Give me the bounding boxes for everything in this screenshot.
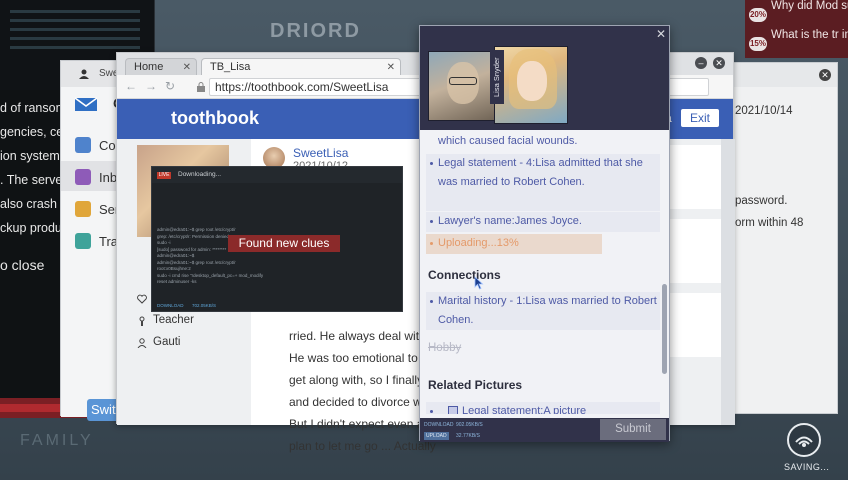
forward-icon[interactable]: → <box>145 79 157 93</box>
bullet-icon <box>430 300 433 303</box>
news-percent-badge: 15% <box>749 37 767 51</box>
news-text: What is the tr incident? <box>771 29 848 41</box>
close-icon[interactable]: ✕ <box>819 69 831 81</box>
saving-label: SAVING... <box>784 462 830 472</box>
mail-logo-icon <box>74 97 98 111</box>
background-family-text: FAMILY <box>20 432 94 449</box>
background-email-line: password. <box>735 195 788 207</box>
inbox-icon <box>75 169 91 185</box>
post-username[interactable]: SweetLisa <box>293 146 348 160</box>
background-red-strip-accent <box>0 404 60 412</box>
bullet-icon <box>430 410 433 413</box>
evidence-panel: ✕ Lisa Snyder which caused facial wounds… <box>419 25 670 442</box>
close-icon[interactable]: ✕ <box>656 27 666 41</box>
terminal-title: Downloading... <box>178 171 221 178</box>
tab-tb-lisa[interactable]: TB_Lisa ✕ <box>201 58 401 75</box>
connection-item[interactable]: Marital history - 1:Lisa was married to … <box>426 292 660 330</box>
mail-logo: G <box>74 95 124 118</box>
download-label: DOWNLOAD <box>157 303 184 308</box>
send-icon <box>75 201 91 217</box>
panel-header: ✕ Lisa Snyder <box>420 26 669 130</box>
profile-row: Teacher <box>137 311 247 333</box>
news-ticker: 20% Why did Mod suicide? 15% What is the… <box>745 0 848 58</box>
exit-button[interactable]: Exit <box>681 109 719 127</box>
evidence-list: which caused facial wounds. Legal statem… <box>420 130 663 414</box>
download-tag: DOWNLOAD <box>424 422 454 428</box>
bullet-icon <box>430 162 433 165</box>
bullet-icon <box>430 242 433 245</box>
trash-icon <box>75 233 91 249</box>
bullet-icon <box>430 220 433 223</box>
background-droird-text: DRIORD <box>270 20 361 42</box>
upload-tag: UPLOAD <box>424 432 449 440</box>
site-logo[interactable]: toothbook <box>171 108 259 129</box>
terminal-footer: DOWNLOAD 702.05KB/S <box>152 301 402 311</box>
section-related-pictures: Related Pictures <box>428 378 523 392</box>
news-item[interactable]: 15% What is the tr incident? <box>745 29 848 58</box>
mouse-cursor-icon <box>474 276 484 290</box>
uploading-item: Uploading...13% <box>426 234 602 254</box>
terminal-header: LIVE Downloading... <box>152 167 402 183</box>
background-email-window: ✕ 2021/10/14 password. orm within 48 <box>732 62 838 414</box>
download-speed: 902.05KB/S <box>456 422 483 428</box>
tab-label: TB_Lisa <box>210 61 251 73</box>
close-tab-icon[interactable]: ✕ <box>183 59 191 76</box>
live-badge: LIVE <box>157 172 171 179</box>
contacts-icon <box>75 137 91 153</box>
background-email-line: orm within 48 <box>735 217 804 229</box>
submit-button[interactable]: Submit <box>600 419 666 440</box>
news-text: Why did Mod suicide? <box>771 0 848 12</box>
download-speed: 702.05KB/S <box>192 303 217 308</box>
name-tag: Lisa Snyder <box>490 50 504 104</box>
scrollbar-track[interactable] <box>721 139 735 425</box>
saving-icon <box>787 423 821 457</box>
section-connections: Connections <box>428 268 501 282</box>
evidence-item[interactable]: Legal statement - 4:Lisa admitted that s… <box>426 154 660 211</box>
picture-item[interactable]: Legal statement:A picture <box>426 402 660 414</box>
reload-icon[interactable]: ↻ <box>165 79 175 93</box>
download-terminal: LIVE Downloading... admin@edra01:~$ grep… <box>151 166 403 312</box>
profile-row: Gauti <box>137 333 247 355</box>
heart-icon <box>137 294 147 304</box>
panel-scrollbar[interactable] <box>662 284 667 374</box>
suspect-photo-lisa[interactable] <box>494 46 568 124</box>
upload-speed: 32.77KB/S <box>456 433 480 439</box>
minimize-icon[interactable]: – <box>695 57 707 69</box>
picture-icon <box>448 406 458 414</box>
tab-home[interactable]: Home ✕ <box>125 58 197 75</box>
background-close-text: o close <box>0 257 45 273</box>
background-email-date: 2021/10/14 <box>735 105 793 117</box>
profile-location: Gauti <box>153 336 181 348</box>
job-icon <box>139 316 145 326</box>
person-icon <box>137 338 147 348</box>
user-icon <box>79 69 89 79</box>
section-hobby: Hobby <box>428 342 462 354</box>
new-clues-banner: Found new clues <box>228 235 340 252</box>
back-icon[interactable]: ← <box>125 79 137 93</box>
background-text-fragment: d of ransom gencies, ce ion system . The… <box>0 101 62 235</box>
evidence-item[interactable]: which caused facial wounds. <box>426 132 660 152</box>
profile-job: Teacher <box>153 314 194 326</box>
close-tab-icon[interactable]: ✕ <box>387 59 395 76</box>
evidence-item[interactable]: Lawyer's name:James Joyce. <box>426 212 660 232</box>
lock-icon <box>197 82 205 92</box>
tab-label: Home <box>134 61 164 73</box>
news-percent-badge: 20% <box>749 8 767 22</box>
news-item[interactable]: 20% Why did Mod suicide? <box>745 0 848 29</box>
close-window-icon[interactable]: ✕ <box>713 57 725 69</box>
